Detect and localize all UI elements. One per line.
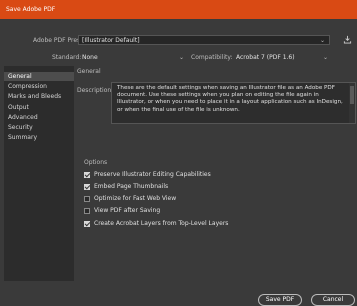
checkbox[interactable]	[84, 208, 90, 214]
compatibility-label: Compatibility:	[191, 54, 233, 61]
compatibility-value: Acrobat 7 (PDF 1.6)	[236, 54, 295, 61]
standard-value: None	[82, 54, 98, 61]
save-preset-icon[interactable]	[343, 35, 352, 44]
sidebar-item-marks-and-bleeds[interactable]: Marks and Bleeds	[4, 92, 74, 101]
sidebar-item-general[interactable]: General	[4, 72, 74, 81]
standard-label: Standard:	[52, 54, 82, 61]
cancel-button[interactable]: Cancel	[311, 294, 355, 306]
checkbox[interactable]	[84, 196, 90, 202]
option-label: Embed Page Thumbnails	[94, 183, 169, 190]
sidebar-item-summary[interactable]: Summary	[4, 133, 74, 142]
compatibility-dropdown[interactable]: Acrobat 7 (PDF 1.6) ⌄	[236, 53, 330, 63]
sidebar-item-advanced[interactable]: Advanced	[4, 113, 74, 122]
checkbox[interactable]	[84, 172, 90, 178]
chevron-down-icon: ⌄	[322, 54, 328, 61]
category-sidebar: General Compression Marks and Bleeds Out…	[4, 66, 74, 281]
chevron-down-icon: ⌄	[319, 37, 325, 44]
description-label: Description:	[77, 87, 114, 94]
preset-value: [Illustrator Default]	[82, 37, 140, 44]
option-label: Optimize for Fast Web View	[94, 195, 177, 202]
options-heading: Options	[84, 159, 108, 166]
standard-dropdown[interactable]: None ⌄	[82, 53, 186, 63]
description-text: These are the default settings when savi…	[117, 85, 343, 113]
preset-dropdown[interactable]: [Illustrator Default] ⌄	[78, 35, 330, 45]
option-label: Preserve Illustrator Editing Capabilitie…	[94, 171, 211, 178]
checkbox[interactable]	[84, 221, 90, 227]
sidebar-item-compression[interactable]: Compression	[4, 82, 74, 91]
option-label: Create Acrobat Layers from Top-Level Lay…	[94, 220, 229, 227]
chevron-down-icon: ⌄	[178, 54, 184, 61]
save-pdf-button[interactable]: Save PDF	[258, 294, 302, 306]
section-heading: General	[77, 68, 101, 75]
description-box: These are the default settings when savi…	[111, 82, 356, 124]
checkbox[interactable]	[84, 184, 90, 190]
description-scrollbar[interactable]	[349, 83, 355, 123]
title-bar: Save Adobe PDF	[0, 0, 357, 19]
sidebar-item-security[interactable]: Security	[4, 123, 74, 132]
sidebar-item-output[interactable]: Output	[4, 103, 74, 112]
option-label: View PDF after Saving	[94, 207, 161, 214]
window-title: Save Adobe PDF	[6, 6, 56, 13]
scrollbar-thumb[interactable]	[350, 86, 354, 104]
